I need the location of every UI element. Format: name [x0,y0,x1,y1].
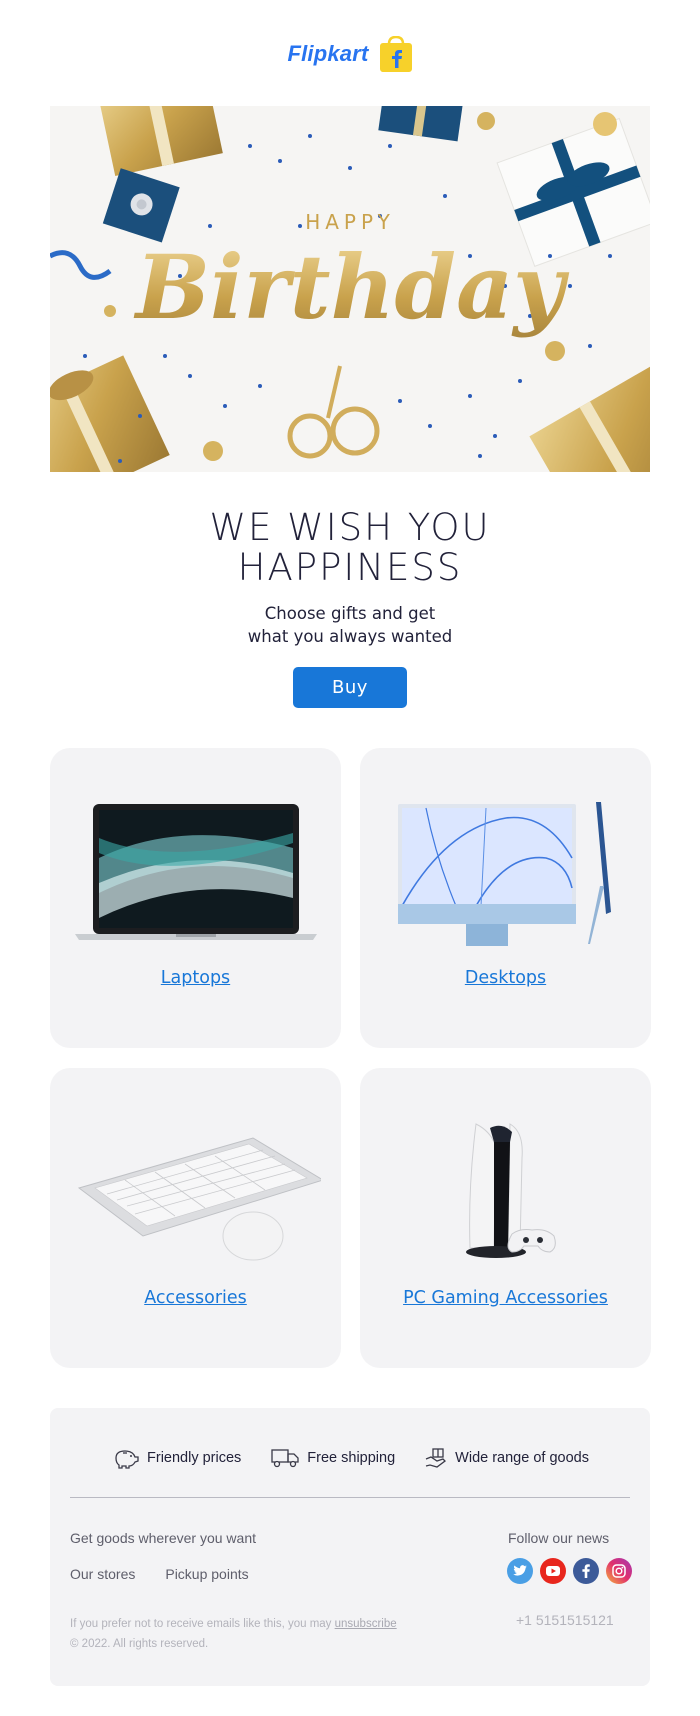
subheadline: Choose gifts and get what you always wan… [0,602,700,648]
feature-label: Free shipping [307,1450,396,1466]
features-row: Friendly prices Free shipping Wide range… [50,1446,650,1470]
category-card-laptops[interactable]: Laptops [50,748,341,1048]
truck-icon [271,1447,299,1469]
page-headline: WE WISH YOU HAPPINESS [0,508,700,588]
social-icons [507,1558,632,1584]
instagram-icon[interactable] [606,1558,632,1584]
subheadline-line-2: what you always wanted [247,627,453,646]
category-card-pc-gaming-accessories[interactable]: PC Gaming Accessories [360,1068,651,1368]
feature-label: Friendly prices [147,1450,242,1466]
footer-right-title: Follow our news [508,1530,610,1546]
unsubscribe-line: If you prefer not to receive emails like… [70,1614,397,1634]
hero-banner: HAPPY Birthday [50,106,650,472]
keyboard-mouse-image[interactable] [50,1108,341,1278]
hand-gift-icon [425,1447,447,1469]
hero-happy-text: HAPPY [305,210,395,234]
link-our-stores[interactable]: Our stores [70,1566,135,1582]
subheadline-line-1: Choose gifts and get [264,604,436,623]
category-link-accessories[interactable]: Accessories [50,1288,341,1308]
feature-friendly-prices: Friendly prices [111,1446,241,1470]
headline-line-1: WE WISH YOU [209,506,491,549]
phone-number[interactable]: +1 5151515121 [516,1612,614,1628]
hero-birthday-text: Birthday [133,235,570,339]
category-link-pc-gaming-accessories[interactable]: PC Gaming Accessories [360,1288,651,1308]
feature-wide-range: Wide range of goods [425,1446,589,1470]
email-page: Flipkart HAPPY Birthday WE WISH YOU HAPP… [0,0,700,1716]
unsubscribe-link[interactable]: unsubscribe [335,1618,397,1630]
desktop-image[interactable] [360,788,651,958]
legal-text: If you prefer not to receive emails like… [70,1614,397,1654]
category-link-laptops[interactable]: Laptops [50,968,341,988]
footer: Friendly prices Free shipping Wide range… [50,1408,650,1686]
feature-label: Wide range of goods [455,1450,589,1466]
twitter-icon[interactable] [507,1558,533,1584]
birthday-gifts-image: HAPPY Birthday [50,106,650,472]
headline-line-2: HAPPINESS [237,546,463,589]
header: Flipkart [0,32,700,76]
buy-button[interactable]: Buy [293,667,407,708]
category-link-desktops[interactable]: Desktops [360,968,651,988]
game-console-image[interactable] [360,1108,651,1278]
copyright: © 2022. All rights reserved. [70,1638,209,1650]
brand-name[interactable]: Flipkart [287,41,368,67]
feature-free-shipping: Free shipping [271,1446,395,1470]
youtube-icon[interactable] [540,1558,566,1584]
facebook-icon[interactable] [573,1558,599,1584]
flipkart-bag-logo-icon[interactable] [379,35,413,72]
category-card-accessories[interactable]: Accessories [50,1068,341,1368]
legal-notice: If you prefer not to receive emails like… [70,1618,332,1630]
category-card-desktops[interactable]: Desktops [360,748,651,1048]
laptop-image[interactable] [50,788,341,958]
footer-links: Our stores Pickup points [70,1566,249,1582]
footer-left-title: Get goods wherever you want [70,1530,256,1546]
footer-divider [70,1497,630,1498]
piggy-bank-icon [111,1446,139,1470]
link-pickup-points[interactable]: Pickup points [165,1566,248,1582]
